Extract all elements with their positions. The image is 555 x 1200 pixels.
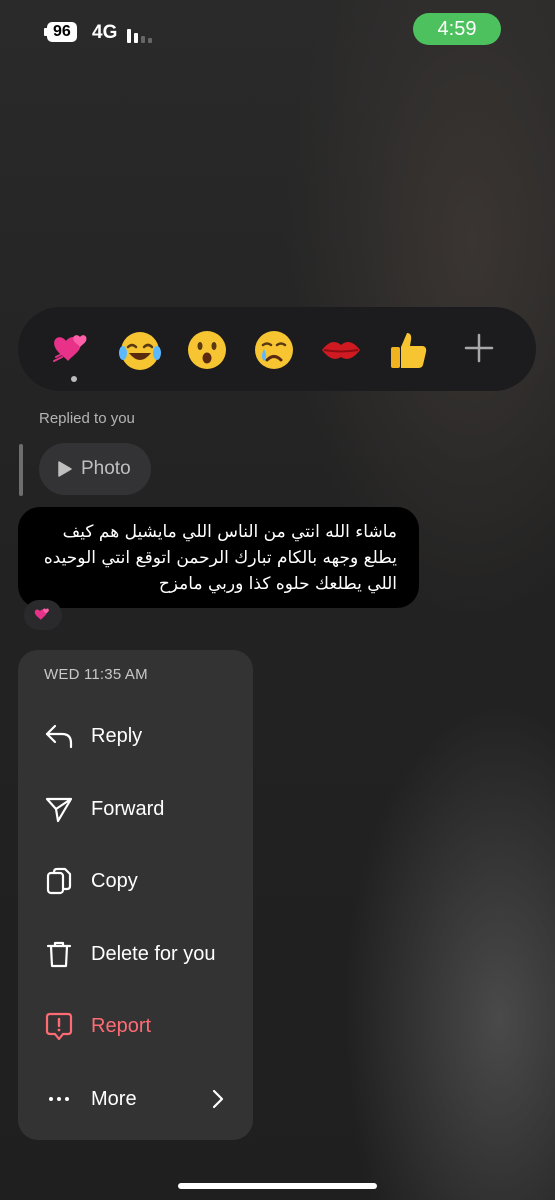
signal-icon: [127, 23, 157, 43]
menu-forward[interactable]: Forward: [18, 781, 253, 837]
two-hearts-icon: [53, 335, 87, 362]
tears-of-joy-icon: [119, 332, 161, 370]
replied-label: Replied to you: [39, 410, 135, 427]
message-bubble[interactable]: ماشاء الله انتي من الناس اللي مايشيل هم …: [18, 507, 419, 608]
crying-icon: [255, 331, 293, 369]
thumbs-up-reaction[interactable]: [385, 327, 431, 373]
clock[interactable]: 4:59: [413, 13, 501, 45]
thumbs-up-icon: [391, 333, 427, 368]
selected-reaction-dot: [71, 376, 77, 382]
network-type: 4G: [92, 22, 118, 43]
message-context-menu: WED 11:35 AM Reply Forward Copy Delete f…: [18, 650, 253, 1140]
send-icon: [45, 797, 73, 823]
battery-indicator: 96: [44, 22, 77, 42]
kiss-mark-reaction[interactable]: [318, 327, 364, 373]
message-reaction[interactable]: [24, 600, 62, 630]
trash-icon: [46, 941, 72, 968]
home-indicator[interactable]: [178, 1183, 377, 1189]
menu-report[interactable]: Report: [18, 998, 253, 1054]
replied-photo[interactable]: Photo: [39, 443, 151, 495]
two-hearts-reaction[interactable]: [50, 327, 96, 373]
photo-label: Photo: [81, 458, 131, 479]
more-icon: [49, 1097, 69, 1101]
tears-of-joy-reaction[interactable]: [117, 327, 163, 373]
menu-delete[interactable]: Delete for you: [18, 926, 253, 982]
menu-report-label: Report: [91, 1014, 152, 1037]
battery-level: 96: [47, 22, 77, 42]
surprised-icon: [188, 331, 226, 369]
add-reaction-icon[interactable]: [458, 327, 500, 369]
crying-reaction[interactable]: [251, 327, 297, 373]
report-icon: [45, 1012, 73, 1041]
menu-more-label: More: [91, 1087, 137, 1110]
message-timestamp: WED 11:35 AM: [44, 666, 148, 683]
menu-more[interactable]: More: [18, 1071, 253, 1127]
menu-delete-label: Delete for you: [91, 942, 216, 965]
surprised-reaction[interactable]: [184, 327, 230, 373]
menu-forward-label: Forward: [91, 797, 165, 820]
reply-quote-bar: [19, 444, 23, 496]
menu-copy[interactable]: Copy: [18, 853, 253, 909]
play-icon: [58, 461, 72, 477]
menu-reply-label: Reply: [91, 724, 143, 747]
menu-reply[interactable]: Reply: [18, 708, 253, 764]
reply-icon: [45, 724, 73, 749]
menu-copy-label: Copy: [91, 869, 138, 892]
status-bar: 96 4G 4:59: [0, 0, 555, 66]
chevron-right-icon: [212, 1089, 224, 1109]
copy-icon: [46, 867, 72, 895]
two-hearts-icon: [34, 608, 49, 620]
kiss-mark-icon: [322, 341, 360, 359]
